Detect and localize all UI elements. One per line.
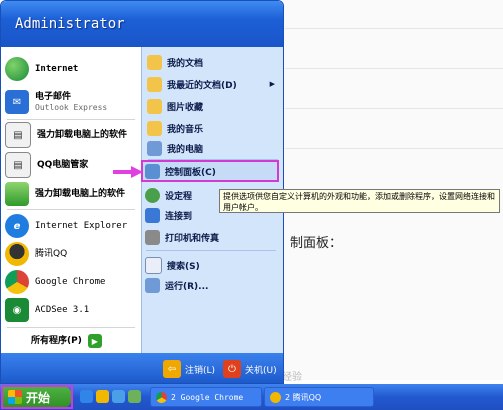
qq-penguin-icon [5, 242, 29, 266]
logoff-icon: ⇦ [163, 360, 181, 378]
place-search[interactable]: 搜索(S) [145, 256, 279, 274]
power-icon: ⏻ [223, 360, 241, 378]
ie-quicklaunch-icon[interactable] [80, 390, 93, 403]
taskbar-chrome-group[interactable]: 2 Google Chrome [150, 387, 262, 407]
ie-icon: e [5, 214, 29, 238]
separator [7, 119, 135, 120]
printer-icon [145, 229, 160, 245]
separator [146, 250, 276, 251]
program-internet[interactable]: Internet [5, 55, 139, 83]
start-button-highlight [1, 385, 73, 409]
program-chrome[interactable]: Google Chrome [5, 269, 139, 295]
search-icon [145, 256, 162, 274]
program-email[interactable]: ✉ 电子邮件 Outlook Express [5, 87, 139, 117]
program-uninstall[interactable]: ▤ 强力卸载电脑上的软件 [5, 121, 139, 149]
pictures-folder-icon [147, 98, 162, 114]
doc-divider [285, 108, 503, 109]
doc-divider [285, 68, 503, 69]
place-run[interactable]: 运行(R)... [145, 276, 279, 294]
folder-icon [147, 54, 162, 70]
taskbar: 开始 2 Google Chrome 2 腾讯QQ [0, 384, 503, 410]
place-label: 图片收藏 [167, 102, 204, 113]
program-acdsee[interactable]: ◉ ACDSee 3.1 [5, 297, 139, 323]
start-menu-header: Administrator [1, 1, 283, 47]
control-panel-tooltip: 提供选项供您自定义计算机的外观和功能，添加或删除程序，设置网络连接和用户帐户。 [219, 189, 500, 213]
program-label: Internet [35, 63, 79, 74]
chrome-icon [156, 391, 167, 403]
email-icon: ✉ [5, 90, 29, 114]
place-my-documents[interactable]: 我的文档 [147, 53, 281, 71]
program-access-icon [145, 187, 160, 203]
place-label: 我的电脑 [167, 144, 204, 155]
pointer-arrow-icon [113, 166, 143, 178]
logoff-label: 注销(L) [185, 365, 216, 376]
place-recent-documents[interactable]: 我最近的文档(D) ▶ [147, 75, 281, 93]
music-folder-icon [147, 120, 162, 136]
program-label: 电子邮件 [35, 92, 72, 102]
place-label: 设定程 [165, 191, 193, 202]
username: Administrator [15, 16, 125, 32]
doc-text: 制面板： [290, 236, 343, 251]
all-programs-label: 所有程序(P) [31, 335, 82, 346]
arrow-right-icon: ▶ [87, 334, 102, 348]
taskbar-chrome-label: 2 Google Chrome [171, 392, 244, 402]
chrome-icon [5, 270, 29, 294]
place-my-computer[interactable]: 我的电脑 [147, 139, 281, 157]
run-icon [145, 277, 160, 293]
program-qq[interactable]: 腾讯QQ [5, 241, 139, 267]
qq-icon [270, 391, 281, 403]
network-icon [145, 207, 160, 223]
place-label: 我的文档 [167, 58, 204, 69]
place-music[interactable]: 我的音乐 [147, 119, 281, 137]
taskbar-qq-group[interactable]: 2 腾讯QQ [264, 387, 374, 407]
acdsee-icon: ◉ [5, 298, 29, 322]
place-label: 搜索(S) [167, 261, 200, 272]
control-panel-icon [145, 163, 160, 179]
program-uninstall-2[interactable]: 强力卸载电脑上的软件 [5, 181, 139, 207]
pinned-programs: Internet ✉ 电子邮件 Outlook Express ▤ 强力卸载电脑… [1, 47, 141, 353]
place-label: 我最近的文档(D) [167, 80, 237, 91]
uninstall-app-icon [5, 182, 29, 206]
place-control-panel[interactable]: 控制面板(C) [145, 162, 279, 180]
program-label: Internet Explorer [35, 220, 128, 231]
desktop-quicklaunch-icon[interactable] [112, 390, 125, 403]
place-label: 控制面板(C) [165, 167, 216, 178]
place-label: 连接到 [165, 211, 193, 222]
internet-globe-icon [5, 57, 29, 81]
program-ie[interactable]: e Internet Explorer [5, 213, 139, 239]
separator [7, 327, 135, 328]
program-label: 腾讯QQ [35, 248, 68, 259]
place-label: 运行(R)... [165, 281, 209, 292]
taskbar-qq-label: 2 腾讯QQ [285, 392, 322, 402]
media-quicklaunch-icon[interactable] [128, 390, 141, 403]
recent-folder-icon [147, 76, 162, 92]
doc-divider [285, 148, 503, 149]
computer-icon [147, 140, 162, 156]
program-sublabel: Outlook Express [35, 103, 108, 112]
qq-manager-icon: ▤ [5, 152, 31, 178]
place-label: 我的音乐 [167, 124, 204, 135]
place-pictures[interactable]: 图片收藏 [147, 97, 281, 115]
start-menu-footer: ⇦ 注销(L) ⏻ 关机(U) [1, 353, 283, 383]
program-label: 强力卸载电脑上的软件 [35, 188, 126, 199]
place-printers[interactable]: 打印机和传真 [145, 228, 279, 246]
place-label: 打印机和传真 [165, 233, 220, 244]
program-label: Google Chrome [35, 276, 106, 287]
submenu-arrow-icon: ▶ [269, 80, 275, 88]
shutdown-button[interactable]: ⏻ 关机(U) [223, 360, 277, 378]
program-label: ACDSee 3.1 [35, 304, 90, 315]
doc-divider [285, 28, 503, 29]
separator [7, 209, 135, 210]
control-panel-highlight[interactable]: 控制面板(C) [141, 160, 279, 182]
doc-watermark: 经验 [282, 372, 302, 383]
shutdown-label: 关机(U) [245, 365, 277, 376]
uninstall-icon: ▤ [5, 122, 31, 148]
program-label: QQ电脑管家 [37, 159, 89, 170]
qq-quicklaunch-icon[interactable] [96, 390, 109, 403]
logoff-button[interactable]: ⇦ 注销(L) [163, 360, 215, 378]
program-label: 强力卸载电脑上的软件 [37, 129, 128, 140]
